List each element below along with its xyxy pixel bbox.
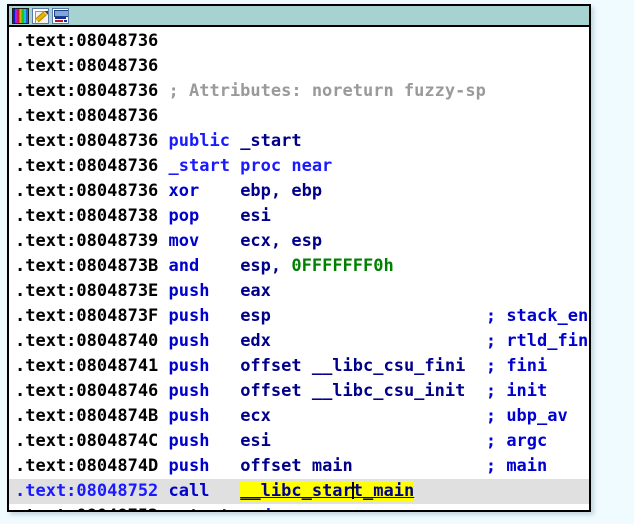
disasm-line[interactable]: .text:0804874D push offset main ; main [9, 454, 589, 479]
disasm-line[interactable]: .text:0804874C push esi ; argc [9, 429, 589, 454]
disasm-line[interactable]: .text:0804873F push esp ; stack_end [9, 304, 589, 329]
line-mnemonic: push [158, 306, 241, 326]
line-operands[interactable]: ecx [240, 406, 271, 426]
operand-pad [271, 206, 486, 226]
line-proc-text: _start proc near [158, 156, 333, 176]
line-address: .text:08048738 [15, 206, 159, 226]
line-keyword: public [158, 131, 230, 151]
operand-pad [271, 306, 486, 326]
operand-pad [271, 331, 486, 351]
line-mnemonic: push [158, 431, 241, 451]
line-number[interactable]: 0FFFFFFF0h [291, 256, 393, 276]
script-icon[interactable] [52, 7, 69, 24]
operand-pad [322, 231, 486, 251]
text-caret [351, 482, 354, 499]
disasm-line[interactable]: .text:08048736 [9, 54, 589, 79]
line-address: .text:08048739 [15, 231, 159, 251]
operand-pad [271, 406, 486, 426]
disasm-line[interactable]: .text:08048752 call __libc_start_main [9, 479, 589, 504]
line-mnemonic: push [158, 281, 241, 301]
pencil-icon[interactable] [32, 7, 49, 24]
line-address: .text:0804873F [15, 306, 159, 326]
line-operands[interactable]: ebp, ebp [240, 181, 322, 201]
line-symbol[interactable]: _start [230, 131, 301, 151]
line-proc-text: _start endp [158, 506, 282, 510]
line-mnemonic: call [158, 481, 241, 501]
line-address: .text:0804873B [15, 256, 159, 276]
line-comment: ; init [485, 381, 548, 401]
line-mnemonic: push [158, 456, 241, 476]
disasm-line[interactable]: .text:08048746 push offset __libc_csu_in… [9, 379, 589, 404]
line-comment: ; stack_end [485, 306, 589, 326]
disasm-line[interactable]: .text:08048736 ; Attributes: noreturn fu… [9, 79, 589, 104]
line-mnemonic: pop [158, 206, 241, 226]
line-address: .text:0804874B [15, 406, 159, 426]
line-operands[interactable]: esp, [240, 256, 291, 276]
operand-pad [394, 256, 486, 276]
disasm-line[interactable]: .text:08048741 push offset __libc_csu_fi… [9, 354, 589, 379]
line-address: .text:08048736 [15, 156, 159, 176]
line-operands[interactable]: ecx, esp [240, 231, 322, 251]
line-mnemonic: push [158, 331, 241, 351]
disasm-line[interactable]: .text:0804873E push eax [9, 279, 589, 304]
line-address: .text:08048736 [15, 131, 159, 151]
line-address: .text:08048752 [15, 506, 158, 510]
line-address: .text:08048736 [15, 106, 159, 126]
line-operands[interactable]: edx [240, 331, 271, 351]
line-operands[interactable]: esp [240, 306, 271, 326]
line-mnemonic: mov [158, 231, 241, 251]
disassembly-listing[interactable]: .text:08048736 .text:08048736 .text:080487… [9, 27, 589, 510]
disasm-line[interactable]: .text:0804874B push ecx ; ubp_av [9, 404, 589, 429]
disasm-line[interactable]: .text:08048736 xor ebp, ebp [9, 179, 589, 204]
call-target[interactable]: __libc_start_main [240, 481, 415, 501]
operand-pad [322, 181, 486, 201]
line-mnemonic: and [158, 256, 241, 276]
line-address: .text:0804873E [15, 281, 159, 301]
disasm-line[interactable]: .text:08048740 push edx ; rtld_fini [9, 329, 589, 354]
ida-disassembly-window: .text:08048736 .text:08048736 .text:080487… [7, 4, 591, 512]
disasm-line[interactable]: .text:08048736 [9, 29, 589, 54]
disasm-line[interactable]: .text:0804873B and esp, 0FFFFFFF0h [9, 254, 589, 279]
window-titlebar [9, 6, 589, 27]
line-mnemonic: push [158, 381, 241, 401]
line-operands[interactable]: esi [240, 206, 271, 226]
line-operands[interactable]: esi [240, 431, 271, 451]
palette-icon[interactable] [12, 7, 29, 24]
line-address: .text:08048736 [15, 31, 159, 51]
line-address: .text:08048736 [15, 56, 159, 76]
operand-pad [271, 281, 486, 301]
line-address: .text:08048752 [15, 481, 159, 501]
disasm-line[interactable]: .text:08048736 [9, 104, 589, 129]
line-address: .text:08048736 [15, 181, 159, 201]
line-comment: ; ubp_av [485, 406, 568, 426]
line-address: .text:08048741 [15, 356, 159, 376]
line-comment: ; rtld_fini [485, 331, 589, 351]
line-address: .text:08048746 [15, 381, 159, 401]
line-address: .text:08048736 [15, 81, 159, 101]
disasm-line[interactable]: .text:08048736 public _start [9, 129, 589, 154]
disasm-line[interactable]: .text:08048752 _start endp [9, 504, 589, 510]
line-address: .text:0804874D [15, 456, 159, 476]
line-operands[interactable]: offset __libc_csu_init [240, 381, 465, 401]
line-operands[interactable]: offset __libc_csu_fini [240, 356, 465, 376]
disasm-line[interactable]: .text:08048738 pop esi [9, 204, 589, 229]
line-address: .text:0804874C [15, 431, 159, 451]
operand-pad [353, 456, 486, 476]
line-operands[interactable]: offset main [240, 456, 353, 476]
line-comment: ; Attributes: noreturn fuzzy-sp [158, 81, 486, 101]
disasm-line[interactable]: .text:08048736 _start proc near [9, 154, 589, 179]
line-mnemonic: push [158, 406, 241, 426]
line-mnemonic: push [158, 356, 241, 376]
line-operands[interactable]: eax [240, 281, 271, 301]
line-address: .text:08048740 [15, 331, 159, 351]
operand-pad [271, 431, 486, 451]
disasm-line[interactable]: .text:08048739 mov ecx, esp [9, 229, 589, 254]
line-mnemonic: xor [158, 181, 241, 201]
line-comment: ; main [485, 456, 548, 476]
operand-pad [465, 356, 485, 376]
operand-pad [465, 381, 485, 401]
line-comment: ; fini [485, 356, 548, 376]
line-comment: ; argc [485, 431, 548, 451]
